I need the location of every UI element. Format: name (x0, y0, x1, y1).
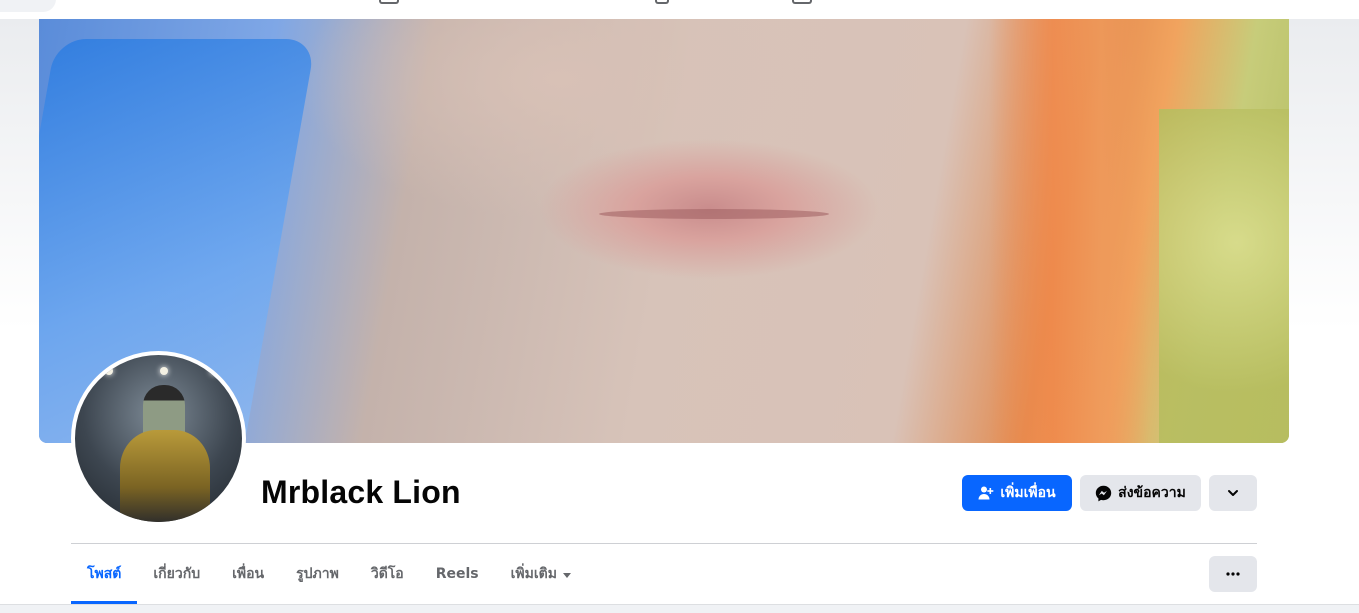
cover-photo-detail (989, 19, 1149, 443)
tab-friends[interactable]: เพื่อน (216, 544, 280, 604)
tab-reels[interactable]: Reels (420, 544, 495, 604)
tab-label: โพสต์ (87, 566, 122, 582)
profile-avatar[interactable] (71, 351, 246, 526)
tab-label: เพิ่มเติม (510, 566, 557, 582)
profile-tabs: โพสต์ เกี่ยวกับ เพื่อน รูปภาพ วิดีโอ Ree… (71, 544, 587, 604)
tab-label: เพื่อน (232, 566, 265, 582)
nav-icon-groups[interactable] (792, 0, 812, 4)
messenger-icon (1095, 485, 1112, 502)
tab-more[interactable]: เพิ่มเติม (495, 544, 587, 604)
tab-label: Reels (435, 566, 479, 582)
tab-posts[interactable]: โพสต์ (71, 544, 138, 604)
tab-videos[interactable]: วิดีโอ (355, 544, 420, 604)
more-options-button[interactable] (1209, 556, 1257, 592)
tab-label: วิดีโอ (370, 566, 404, 582)
top-navigation-bar (0, 0, 1359, 19)
nav-icon-watch[interactable] (655, 0, 669, 4)
caret-down-icon (562, 572, 571, 578)
tab-about[interactable]: เกี่ยวกับ (137, 544, 216, 604)
cover-photo-detail (1159, 109, 1289, 443)
avatar-detail (105, 367, 113, 375)
tab-label: เกี่ยวกับ (153, 566, 201, 582)
tab-photos[interactable]: รูปภาพ (280, 544, 355, 604)
profile-name: Mrblack Lion (261, 474, 461, 510)
content-area-top (0, 604, 1359, 613)
tab-label: รูปภาพ (296, 566, 339, 582)
add-friend-button[interactable]: เพิ่มเพื่อน (962, 475, 1072, 511)
avatar-detail (160, 367, 168, 375)
add-friend-label: เพิ่มเพื่อน (1000, 485, 1056, 501)
message-button[interactable]: ส่งข้อความ (1080, 475, 1201, 511)
avatar-detail (120, 430, 210, 522)
profile-options-button[interactable] (1209, 475, 1257, 511)
ellipsis-icon (1225, 566, 1241, 582)
cover-photo-detail (599, 209, 829, 219)
nav-icon-home[interactable] (379, 0, 399, 4)
search-box[interactable] (0, 0, 56, 12)
cover-photo[interactable] (39, 19, 1289, 443)
message-label: ส่งข้อความ (1118, 485, 1186, 501)
chevron-down-icon (1226, 486, 1240, 500)
avatar-detail (210, 367, 218, 375)
person-plus-icon (978, 485, 994, 501)
